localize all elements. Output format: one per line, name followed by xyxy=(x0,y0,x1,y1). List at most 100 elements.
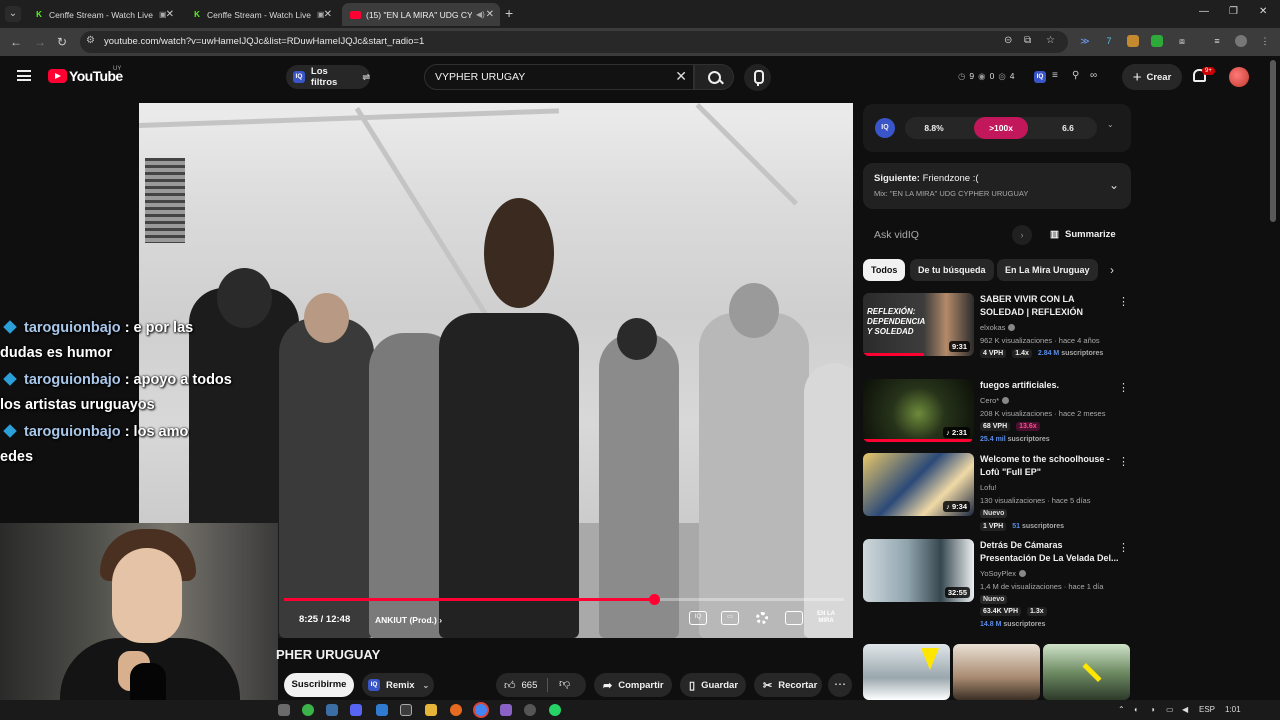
trophy-icon[interactable]: ⚲ xyxy=(1072,70,1079,81)
short-thumbnail[interactable] xyxy=(1043,644,1130,700)
channel-name[interactable]: Lofu! xyxy=(980,483,997,492)
vidiq-logo-icon[interactable]: IQ xyxy=(875,118,895,138)
recommendation-item[interactable]: REFLEXIÓN: DEPENDENCIA Y SOLEDAD 9:31 SA… xyxy=(863,293,1131,373)
share-button[interactable]: ➦ Compartir xyxy=(594,673,672,697)
new-tab-icon[interactable]: + xyxy=(505,6,513,20)
cast-icon[interactable]: ⊝ xyxy=(1004,35,1012,46)
app-icon[interactable] xyxy=(326,704,338,716)
restore-icon[interactable]: ❐ xyxy=(1229,6,1238,17)
recommendation-title[interactable]: Detrás De Cámaras Presentación De La Vel… xyxy=(980,539,1120,565)
more-options-icon[interactable]: ⋮ xyxy=(1118,541,1129,554)
subtitles-icon[interactable]: ▭ xyxy=(721,611,739,625)
dislike-icon[interactable]: 👎︎ xyxy=(559,677,570,690)
app-icon[interactable] xyxy=(450,704,462,716)
recommendation-item[interactable]: ♪ 2:31 fuegos artificiales. Cero* 208 K … xyxy=(863,379,1131,459)
ask-vidiq-input[interactable]: Ask vidIQ xyxy=(874,229,919,241)
whatsapp-icon[interactable] xyxy=(549,704,561,716)
theater-mode-icon[interactable] xyxy=(785,611,803,625)
extension-1-icon[interactable]: ≫ xyxy=(1079,35,1091,47)
folder-icon[interactable] xyxy=(425,704,437,716)
close-tab-icon[interactable]: ✕ xyxy=(166,9,174,20)
chrome-icon[interactable] xyxy=(475,704,487,716)
network-icon[interactable]: ▭ xyxy=(1166,705,1174,714)
tab-search-icon[interactable]: ⌄ xyxy=(5,6,21,22)
filters-button[interactable]: IQ Los filtros ⇌ xyxy=(286,65,370,89)
search-button[interactable] xyxy=(694,64,734,90)
recommendation-title[interactable]: SABER VIVIR CON LA SOLEDAD | REFLEXIÓN xyxy=(980,293,1120,319)
short-thumbnail[interactable] xyxy=(953,644,1040,700)
browser-tab-2[interactable]: K Cenffe Stream - Watch Live ▣ ✕ xyxy=(184,3,338,26)
more-options-icon[interactable]: ⋮ xyxy=(1118,455,1129,468)
video-thumbnail[interactable]: ♪ 9:34 xyxy=(863,453,974,516)
menu-kebab-icon[interactable]: ⋮ xyxy=(1259,35,1271,47)
chip-all[interactable]: Todos xyxy=(863,259,906,281)
remix-button[interactable]: IQ Remix ⌄ xyxy=(362,673,434,697)
extension-3-icon[interactable] xyxy=(1127,35,1139,47)
discord-icon[interactable] xyxy=(350,704,362,716)
chevron-right-icon[interactable]: › xyxy=(1110,263,1114,277)
browser-tab-1[interactable]: K Cenffe Stream - Watch Live ▣ ✕ xyxy=(26,3,180,26)
more-options-icon[interactable]: ⋮ xyxy=(1118,381,1129,394)
language-indicator[interactable]: ESP xyxy=(1199,705,1215,714)
extensions-icon[interactable]: ⧈ xyxy=(1176,35,1188,47)
vidiq-header-icon[interactable]: IQ xyxy=(1034,70,1052,83)
tray-chevron-icon[interactable]: ⌃ xyxy=(1118,705,1125,714)
chevron-down-icon[interactable]: ⌄ xyxy=(1109,178,1119,192)
channel-name[interactable]: elxokas xyxy=(980,323,1016,332)
reload-icon[interactable]: ↻ xyxy=(57,35,67,49)
youtube-logo-icon[interactable] xyxy=(48,69,67,83)
vidiq-player-icon[interactable]: IQ xyxy=(689,611,707,625)
list-icon[interactable]: ≡ xyxy=(1052,70,1058,81)
clip-button[interactable]: ✂ Recortar xyxy=(754,673,822,697)
app-icon[interactable] xyxy=(500,704,512,716)
chapter-button[interactable]: ANKIUT (Prod.) › xyxy=(375,615,442,625)
short-thumbnail[interactable] xyxy=(863,644,950,700)
reading-list-icon[interactable]: ≡ xyxy=(1211,35,1223,47)
browser-tab-3[interactable]: (15) "EN LA MIRA" UDG CY ◀) ✕ xyxy=(342,3,500,26)
app-icon[interactable] xyxy=(400,704,412,716)
recommendation-item[interactable]: ♪ 9:34 Welcome to the schoolhouse - Lofû… xyxy=(863,453,1131,533)
clear-search-icon[interactable]: ✕ xyxy=(675,68,687,85)
back-icon[interactable]: ← xyxy=(10,35,22,49)
like-count[interactable]: 665 xyxy=(522,680,538,691)
vidiq-stats[interactable]: ◷ 9 ◉ 0 ◎ 4 xyxy=(958,71,1014,82)
channel-name[interactable]: Cero* xyxy=(980,396,1010,405)
app-icon[interactable] xyxy=(376,704,388,716)
site-settings-icon[interactable]: ⚙ xyxy=(86,35,95,46)
close-tab-icon[interactable]: ✕ xyxy=(486,9,494,20)
page-scrollbar[interactable] xyxy=(1270,60,1276,222)
send-arrow-icon[interactable]: › xyxy=(1012,225,1032,245)
settings-icon[interactable] xyxy=(756,612,768,624)
progress-scrubber[interactable] xyxy=(648,594,660,605)
install-icon[interactable]: ⧉ xyxy=(1024,35,1031,46)
save-button[interactable]: ▯ Guardar xyxy=(680,673,746,697)
clock[interactable]: 1:01 xyxy=(1225,705,1241,714)
app-icon[interactable] xyxy=(524,704,536,716)
menu-icon[interactable] xyxy=(17,70,31,81)
chip-channel[interactable]: En La Mira Uruguay xyxy=(997,259,1098,281)
subscribe-button[interactable]: Suscribirme xyxy=(284,673,354,697)
channel-watermark[interactable]: EN LA MIRA xyxy=(817,611,835,625)
recommendation-title[interactable]: fuegos artificiales. xyxy=(980,379,1120,392)
channel-name[interactable]: YoSoyPlex xyxy=(980,569,1026,578)
up-next-panel[interactable]: Siguiente: Friendzone :( Mix: "EN LA MIR… xyxy=(863,163,1131,209)
extension-2-icon[interactable]: 7 xyxy=(1103,35,1115,47)
profile-icon[interactable] xyxy=(1235,35,1247,47)
tray-app-icon[interactable]: ◐ xyxy=(1134,705,1139,714)
close-tab-icon[interactable]: ✕ xyxy=(324,9,332,20)
summarize-button[interactable]: ▥ Summarize xyxy=(1050,229,1116,240)
vidiq-metrics[interactable]: 8.8% >100x 6.6 xyxy=(905,117,1097,139)
video-thumbnail[interactable]: 32:55 xyxy=(863,539,974,602)
forward-icon[interactable]: → xyxy=(34,35,46,49)
chip-from-search[interactable]: De tu búsqueda xyxy=(910,259,994,281)
close-window-icon[interactable]: ✕ xyxy=(1259,6,1267,17)
link-icon[interactable]: ∞ xyxy=(1090,70,1097,81)
search-query[interactable]: VYPHER URUGAY xyxy=(435,71,525,83)
video-thumbnail[interactable]: REFLEXIÓN: DEPENDENCIA Y SOLEDAD 9:31 xyxy=(863,293,974,356)
like-icon[interactable]: 👍︎ xyxy=(504,679,516,692)
extension-4-icon[interactable] xyxy=(1151,35,1163,47)
create-button[interactable]: + Crear xyxy=(1122,64,1182,90)
search-input[interactable]: VYPHER URUGAY ✕ xyxy=(424,64,694,90)
video-thumbnail[interactable]: ♪ 2:31 xyxy=(863,379,974,442)
recommendation-title[interactable]: Welcome to the schoolhouse - Lofû "Full … xyxy=(980,453,1120,479)
